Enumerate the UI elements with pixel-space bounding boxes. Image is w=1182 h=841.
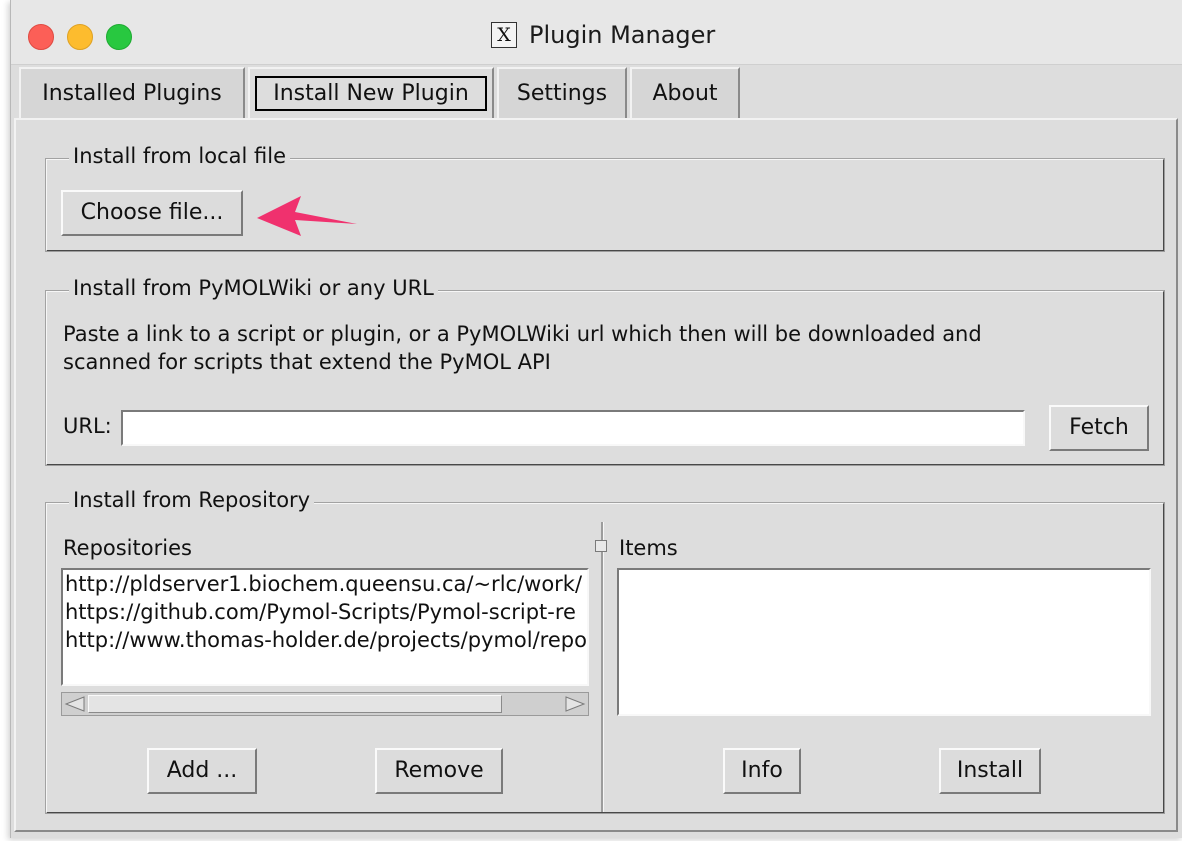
url-description-line1: Paste a link to a script or plugin, or a… <box>63 322 982 346</box>
info-button[interactable]: Info <box>723 748 801 794</box>
title-bar: X Plugin Manager <box>11 0 1182 65</box>
url-description-line2: scanned for scripts that extend the PyMO… <box>63 350 551 374</box>
choose-file-button[interactable]: Choose file... <box>61 190 243 236</box>
pane-divider[interactable] <box>601 522 604 812</box>
url-label: URL: <box>63 414 112 438</box>
url-group: Install from PyMOLWiki or any URL Paste … <box>45 276 1165 466</box>
tab-label: Install New Plugin <box>255 76 487 111</box>
url-input[interactable] <box>121 410 1025 446</box>
list-item[interactable]: http://www.thomas-holder.de/projects/pym… <box>65 628 587 652</box>
local-file-group: Install from local file Choose file... <box>45 144 1165 252</box>
tab-install-new-plugin[interactable]: Install New Plugin <box>248 67 494 121</box>
tab-label: Installed Plugins <box>42 81 222 106</box>
zoom-window-button[interactable] <box>106 24 132 50</box>
scroll-right-icon[interactable] <box>564 695 586 713</box>
repositories-list[interactable]: http://pldserver1.biochem.queensu.ca/~rl… <box>61 568 589 686</box>
add-repository-button[interactable]: Add ... <box>147 748 257 794</box>
plugin-manager-window: X Plugin Manager Installed Plugins Insta… <box>10 0 1182 838</box>
window-title: Plugin Manager <box>529 21 716 49</box>
repository-group: Install from Repository Repositories htt… <box>45 488 1165 814</box>
remove-repository-button[interactable]: Remove <box>375 748 503 794</box>
fetch-button[interactable]: Fetch <box>1049 405 1149 451</box>
x11-app-icon: X <box>491 22 517 48</box>
tab-settings[interactable]: Settings <box>497 67 627 119</box>
pane-sash-handle[interactable] <box>595 540 607 552</box>
items-label: Items <box>619 536 678 560</box>
items-list[interactable] <box>617 568 1151 716</box>
scrollbar-thumb[interactable] <box>88 695 502 713</box>
tab-about[interactable]: About <box>630 67 740 119</box>
url-legend: Install from PyMOLWiki or any URL <box>69 276 438 300</box>
scroll-left-icon[interactable] <box>64 695 86 713</box>
title-area: X Plugin Manager <box>491 19 715 51</box>
tab-label: Settings <box>516 81 608 106</box>
minimize-window-button[interactable] <box>67 24 93 50</box>
tab-label: About <box>652 81 718 106</box>
install-button[interactable]: Install <box>939 748 1041 794</box>
repository-legend: Install from Repository <box>69 488 315 512</box>
list-item[interactable]: http://pldserver1.biochem.queensu.ca/~rl… <box>65 572 582 596</box>
pointer-arrow-icon <box>257 196 357 236</box>
local-file-legend: Install from local file <box>69 144 291 168</box>
tab-installed-plugins[interactable]: Installed Plugins <box>19 67 245 119</box>
repositories-scrollbar[interactable] <box>61 692 589 716</box>
repositories-label: Repositories <box>63 536 192 560</box>
list-item[interactable]: https://github.com/Pymol-Scripts/Pymol-s… <box>65 600 576 624</box>
tab-content-install-new-plugin: Install from local file Choose file... I… <box>14 118 1178 832</box>
close-window-button[interactable] <box>28 24 54 50</box>
